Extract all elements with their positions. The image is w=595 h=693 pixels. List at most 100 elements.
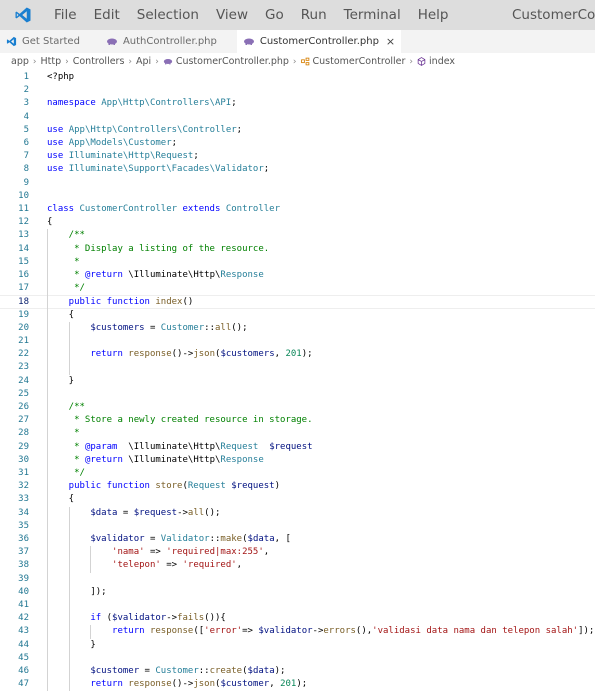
code-line[interactable]: 28 * [0,427,595,440]
chevron-right-icon: › [32,56,37,67]
vscode-logo-icon[interactable] [0,0,46,30]
breadcrumb-item-api[interactable]: Api [136,56,151,67]
class-symbol-icon [300,57,310,66]
code-line[interactable]: 33 { [0,493,595,506]
code-line[interactable]: 46 $customer = Customer::create($data); [0,665,595,678]
code-line[interactable]: 20 $customers = Customer::all(); [0,322,595,335]
chevron-right-icon: › [65,56,69,67]
menu-edit[interactable]: Edit [86,0,129,30]
line-number: 13 [18,230,29,241]
code-line[interactable]: 10 [0,190,595,203]
line-number: 30 [18,454,29,465]
line-number: 9 [23,177,29,188]
code-line[interactable]: 25 [0,388,595,401]
breadcrumb-item-app[interactable]: app [11,56,29,67]
line-number: 42 [18,613,29,624]
code-line[interactable]: 24 } [0,375,595,388]
tab-get-started[interactable]: Get Started [0,30,86,53]
code-text: } [47,639,96,650]
code-line[interactable]: 6 use App\Models\Customer; [0,137,595,150]
code-line[interactable]: 2 [0,84,595,97]
code-line[interactable]: 22 return response()->json($customers, 2… [0,348,595,361]
line-number: 7 [23,151,29,162]
code-line[interactable]: 39 [0,573,595,586]
code-line[interactable]: 35 [0,520,595,533]
code-line[interactable]: 47 return response()->json($customer, 20… [0,678,595,691]
code-text: ]); [47,586,107,597]
code-line[interactable]: 19 { [0,309,595,322]
code-line[interactable]: 37 'nama' => 'required|max:255', [0,546,595,559]
breadcrumb-item-class[interactable]: CustomerController [300,56,405,67]
code-line[interactable]: 9 [0,177,595,190]
code-line[interactable]: 45 [0,652,595,665]
line-number: 6 [23,138,29,148]
code-line[interactable]: 29 * @param \Illuminate\Http\Request $re… [0,441,595,454]
code-line[interactable]: 30 * @return \Illuminate\Http\Response [0,454,595,467]
code-line[interactable]: 43 return response(['error'=> $validator… [0,625,595,638]
menu-file[interactable]: File [46,0,86,30]
code-line[interactable]: 36 $validator = Validator::make($data, [ [0,533,595,546]
line-number: 16 [18,270,29,280]
breadcrumb-item-http[interactable]: Http [41,56,62,67]
code-line[interactable]: 13 /** [0,229,595,242]
code-line[interactable]: 17 */ [0,282,595,295]
code-line[interactable]: 40 ]); [0,586,595,599]
code-text: return response()->json($customers, 201)… [47,349,313,360]
tab-label: Get Started [22,36,80,47]
code-line[interactable]: 31 */ [0,467,595,480]
menu-go[interactable]: Go [257,0,293,30]
menu-run[interactable]: Run [293,0,336,30]
code-line[interactable]: 11 class CustomerController extends Contr… [0,203,595,216]
code-line[interactable]: 26 /** [0,401,595,414]
code-text: namespace App\Http\Controllers\API; [47,98,237,109]
code-line[interactable]: 44 } [0,639,595,652]
menu-selection[interactable]: Selection [129,0,208,30]
code-line[interactable]: 38 'telepon' => 'required', [0,559,595,572]
tab-auth-controller[interactable]: AuthController.php [100,30,223,53]
breadcrumb: app › Http › Controllers › Api › Custome… [0,53,595,70]
breadcrumb-item-file[interactable]: CustomerController.php [163,56,289,67]
code-line[interactable]: 3 namespace App\Http\Controllers\API; [0,97,595,110]
editor-tab-bar: Get Started AuthController.php CustomerC… [0,30,595,53]
menu-help[interactable]: Help [410,0,458,30]
line-number: 2 [23,85,29,96]
line-number: 26 [18,402,29,412]
code-text: 'telepon' => 'required', [47,560,243,571]
breadcrumb-item-method[interactable]: index [417,56,455,67]
code-line[interactable]: 15 * [0,256,595,269]
code-line[interactable]: 41 [0,599,595,612]
code-text: * @return \Illuminate\Http\Response [47,454,264,465]
line-number: 45 [18,652,29,663]
breadcrumb-item-controllers[interactable]: Controllers [73,56,125,67]
code-line[interactable]: 23 [0,361,595,374]
code-line[interactable]: 21 [0,335,595,348]
code-line[interactable]: 18 public function index() [0,295,595,309]
code-text: if ($validator->fails()){ [47,613,226,624]
code-line[interactable]: 4 [0,111,595,124]
breadcrumb-label: index [429,56,456,67]
code-line[interactable]: 8 use Illuminate\Support\Facades\Validato… [0,163,595,176]
code-line[interactable]: 32 public function store(Request $reques… [0,480,595,493]
tab-customer-controller[interactable]: CustomerController.php × [236,30,402,53]
code-line[interactable]: 34 $data = $request->all(); [0,507,595,520]
code-text: /** [47,402,85,412]
code-line[interactable]: 27 * Store a newly created resource in s… [0,414,595,427]
vscode-icon [6,36,17,47]
code-text: /** [47,230,85,241]
code-text: return response()->json($customer, 201); [47,679,308,690]
line-number: 25 [18,388,29,399]
code-line[interactable]: 1 <?php [0,71,595,84]
code-line[interactable]: 42 if ($validator->fails()){ [0,612,595,625]
code-line[interactable]: 16 * @return \Illuminate\Http\Response [0,269,595,282]
line-number: 19 [18,309,29,320]
code-line[interactable]: 14 * Display a listing of the resource. [0,243,595,256]
menu-terminal[interactable]: Terminal [336,0,410,30]
code-editor[interactable]: 1 <?php 2 3 namespace App\Http\Controllers\A… [0,70,595,693]
line-number: 46 [18,666,29,676]
close-icon[interactable]: × [386,35,395,48]
code-line[interactable]: 12 { [0,216,595,229]
code-line[interactable]: 5 use App\Http\Controllers\Controller; [0,124,595,137]
menu-view[interactable]: View [208,0,257,30]
code-text: * [47,428,80,439]
code-line[interactable]: 7 use Illuminate\Http\Request; [0,150,595,163]
